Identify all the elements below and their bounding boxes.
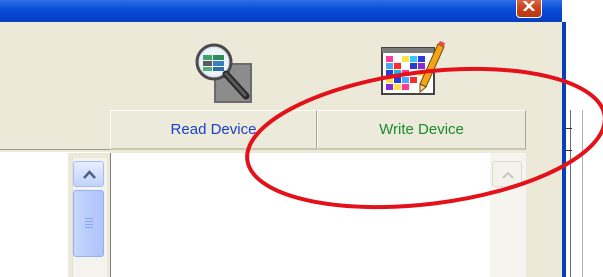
divider — [0, 149, 110, 150]
write-device-label: Write Device — [379, 121, 464, 138]
divider — [582, 110, 583, 277]
left-list-panel[interactable] — [0, 153, 68, 277]
grip-line — [85, 227, 93, 228]
left-scrollbar-thumb[interactable] — [73, 190, 104, 257]
magnifier-table-icon — [195, 43, 252, 103]
palette-pencil-icon — [381, 41, 445, 95]
write-device-column-header[interactable]: Write Device — [317, 110, 526, 150]
grip-line — [85, 224, 93, 225]
grip-line — [85, 218, 93, 219]
write-device-icon-button[interactable] — [380, 40, 446, 106]
close-icon — [523, 1, 535, 11]
divider — [566, 150, 572, 151]
chevron-up-icon — [502, 171, 514, 179]
close-button[interactable] — [516, 0, 542, 18]
left-scroll-up-button[interactable] — [73, 161, 104, 187]
title-bar — [0, 0, 566, 22]
right-scroll-up-button — [492, 161, 522, 187]
divider — [570, 110, 571, 277]
read-device-column-header[interactable]: Read Device — [110, 110, 317, 150]
divider — [566, 128, 572, 129]
device-list-panel[interactable] — [110, 153, 491, 277]
read-device-label: Read Device — [170, 121, 257, 138]
read-device-icon-button[interactable] — [190, 40, 256, 106]
grip-line — [85, 221, 93, 222]
chevron-up-icon — [83, 170, 96, 179]
